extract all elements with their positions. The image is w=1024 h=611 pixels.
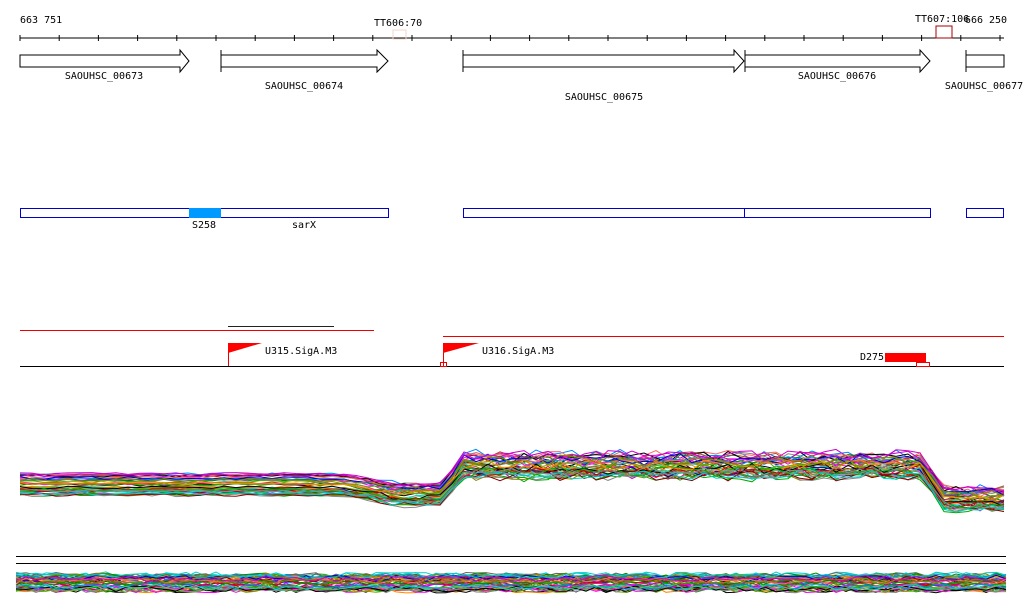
promoter-label: U316.SigA.M3	[482, 346, 554, 357]
gene-label: SAOUHSC_00673	[65, 71, 143, 82]
gene-label: SAOUHSC_00675	[565, 92, 643, 103]
promoter-flag-icon[interactable]	[440, 343, 480, 367]
gene-box[interactable]	[965, 54, 1005, 68]
gene-arrow[interactable]	[744, 48, 931, 74]
ruler: 663 751 666 250 TT606:70 TT607:106	[19, 14, 1007, 41]
feature-label: S258	[192, 220, 216, 231]
promoter-track: U315.SigA.M3 U316.SigA.M3 D275	[20, 326, 1004, 367]
terminator-label: TT607:106	[915, 14, 969, 25]
expression-profiles-2	[15, 571, 1007, 594]
terminator-marker[interactable]	[935, 25, 953, 39]
gene-label: SAOUHSC_00674	[265, 81, 343, 92]
gene-track: SAOUHSC_00673 SAOUHSC_00674 SAOUHSC_0067…	[19, 48, 1023, 103]
promoter-label: U315.SigA.M3	[265, 346, 337, 357]
feature-track: S258 sarX	[20, 208, 1004, 231]
feature-box[interactable]	[463, 208, 745, 218]
srna-feature[interactable]	[189, 208, 221, 218]
promoter-flag-icon[interactable]	[228, 343, 262, 366]
feature-box[interactable]	[744, 208, 931, 218]
gene-arrow[interactable]	[462, 48, 745, 74]
gene-label: SAOUHSC_00677	[945, 81, 1023, 92]
feature-box[interactable]	[966, 208, 1004, 218]
ruler-start: 663 751	[20, 15, 62, 26]
gene-arrow[interactable]	[220, 48, 389, 74]
downstream-feature[interactable]	[885, 353, 926, 362]
feature-label: sarX	[292, 220, 316, 231]
expression-profiles-1	[19, 448, 1005, 514]
gene-arrow[interactable]	[19, 48, 190, 74]
gene-label: SAOUHSC_00676	[798, 71, 876, 82]
terminator-label: TT606:70	[374, 18, 422, 29]
ruler-end: 666 250	[965, 15, 1007, 26]
genome-browser: 663 751 666 250 TT606:70 TT607:106 SAOUH…	[15, 14, 1023, 594]
downstream-label: D275	[860, 352, 884, 363]
